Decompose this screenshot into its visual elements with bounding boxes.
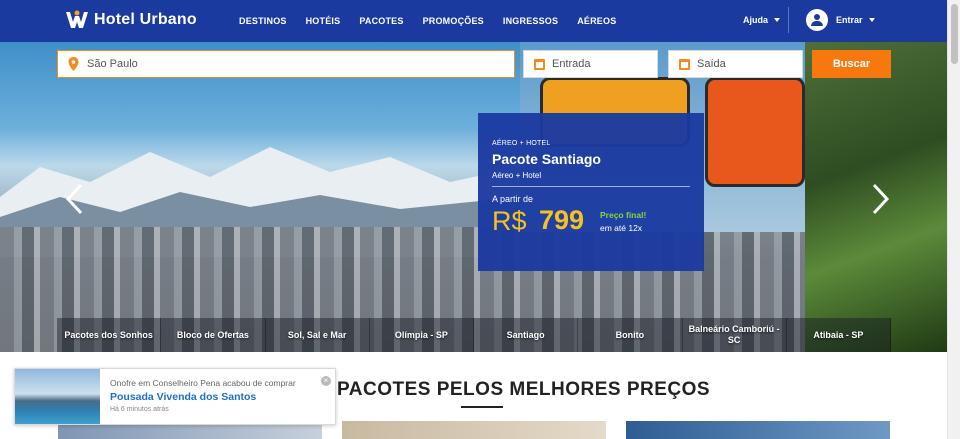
notification-time: Há 6 minutos atrás <box>110 406 169 413</box>
section-underline <box>461 406 503 408</box>
chevron-left-icon[interactable] <box>64 182 86 216</box>
page-scrollbar[interactable] <box>947 0 960 439</box>
gondola-orange-image <box>705 77 805 187</box>
brand-logo[interactable]: Hotel Urbano <box>64 9 197 31</box>
notification-hotel-link[interactable]: Pousada Vivenda dos Santos <box>110 391 256 403</box>
promo-subtitle: Aéreo + Hotel <box>492 171 542 180</box>
close-icon[interactable]: × <box>321 376 331 386</box>
destination-value: São Paulo <box>87 58 138 70</box>
strip-item[interactable]: Santiago <box>474 318 579 352</box>
nav-promocoes[interactable]: PROMOÇÕES <box>423 16 484 26</box>
promo-final-label: Preço final! <box>600 210 647 220</box>
user-icon <box>806 9 828 31</box>
section-title: PACOTES PELOS MELHORES PREÇOS <box>337 379 711 400</box>
promo-currency: R$ <box>492 206 527 236</box>
login-label: Entrar <box>836 15 863 25</box>
checkout-field[interactable]: Saída <box>668 50 803 78</box>
strip-item[interactable]: Balneário Camboriú - SC <box>682 318 787 352</box>
nav-ingressos[interactable]: INGRESSOS <box>503 16 558 26</box>
purchase-notification[interactable]: Onofre em Conselheiro Pena acabou de com… <box>14 368 336 425</box>
chevron-down-icon <box>774 18 781 22</box>
strip-item[interactable]: Atibaia - SP <box>786 318 891 352</box>
checkin-placeholder: Entrada <box>552 58 591 70</box>
strip-item[interactable]: Sol, Sal e Mar <box>265 318 370 352</box>
destination-strip: Pacotes dos Sonhos Bloco de Ofertas Sol,… <box>57 318 891 352</box>
strip-item[interactable]: Olímpia - SP <box>369 318 474 352</box>
brand-name: Hotel Urbano <box>94 11 197 28</box>
top-navbar: Hotel Urbano DESTINOS HOTÉIS PACOTES PRO… <box>0 0 947 42</box>
chevron-right-icon[interactable] <box>869 182 891 216</box>
nav-aereos[interactable]: AÉREOS <box>577 16 616 26</box>
strip-item[interactable]: Bloco de Ofertas <box>161 318 266 352</box>
checkin-field[interactable]: Entrada <box>523 50 658 78</box>
header-divider <box>788 7 789 33</box>
login-menu[interactable]: Entrar <box>806 9 875 31</box>
deal-card-image[interactable] <box>626 421 890 439</box>
help-label: Ajuda <box>743 15 769 25</box>
strip-item[interactable]: Pacotes dos Sonhos <box>57 318 162 352</box>
search-button[interactable]: Buscar <box>812 50 891 78</box>
strip-item[interactable]: Bonito <box>578 318 683 352</box>
promo-kicker: AÉREO + HOTEL <box>492 140 551 147</box>
destination-field[interactable]: São Paulo <box>57 50 515 78</box>
notification-buyer: Onofre em Conselheiro Pena acabou de com… <box>110 378 296 388</box>
promo-from-label: A partir de <box>492 194 534 204</box>
hotel-thumbnail <box>15 369 100 424</box>
promo-installments: em até 12x <box>600 223 643 233</box>
promo-price: 799 <box>539 205 585 235</box>
nav-pacotes[interactable]: PACOTES <box>359 16 403 26</box>
hero-banner: AÉREO + HOTEL Pacote Santiago Aéreo + Ho… <box>0 42 947 352</box>
location-pin-icon <box>68 57 79 71</box>
help-menu[interactable]: Ajuda <box>743 15 781 25</box>
promo-divider <box>492 186 690 187</box>
deal-card-image[interactable] <box>342 421 606 439</box>
checkout-placeholder: Saída <box>697 58 726 70</box>
nav-destinos[interactable]: DESTINOS <box>239 16 287 26</box>
main-nav: DESTINOS HOTÉIS PACOTES PROMOÇÕES INGRES… <box>239 0 635 42</box>
scrollbar-thumb[interactable] <box>951 4 958 64</box>
promo-card[interactable]: AÉREO + HOTEL Pacote Santiago Aéreo + Ho… <box>478 113 704 271</box>
nav-hoteis[interactable]: HOTÉIS <box>306 16 341 26</box>
logo-icon <box>66 10 88 28</box>
calendar-icon <box>534 58 545 70</box>
search-bar: São Paulo Entrada Saída Buscar <box>0 42 947 84</box>
calendar-icon <box>679 58 690 70</box>
promo-title: Pacote Santiago <box>492 151 601 167</box>
chevron-down-icon <box>868 18 875 22</box>
